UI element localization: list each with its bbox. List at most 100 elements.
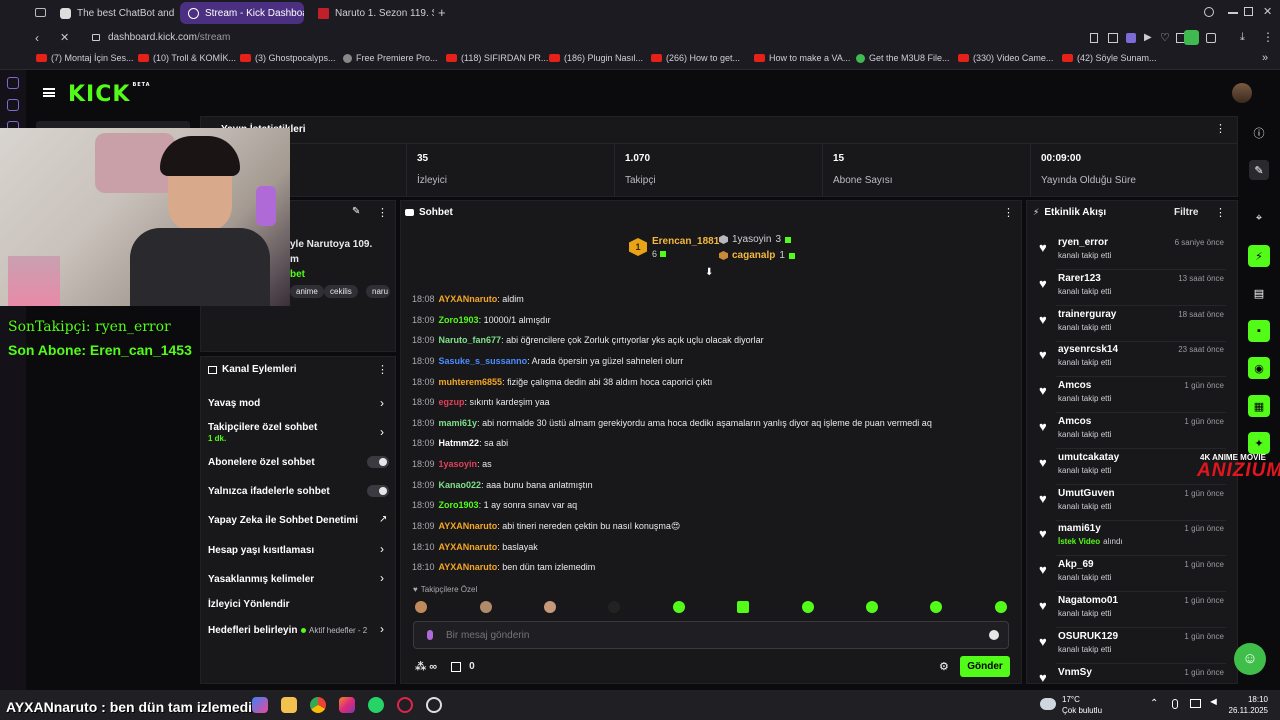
emotes-only-toggle[interactable] — [367, 485, 389, 497]
set-goals-action[interactable]: Hedefleri belirleyin — [208, 625, 297, 636]
feed-username[interactable]: VnmSy — [1058, 667, 1092, 678]
emote-icon[interactable] — [866, 601, 878, 613]
opera-icon[interactable] — [397, 697, 413, 713]
support-bubble-icon[interactable]: ☺ — [1234, 643, 1266, 675]
chrome-icon[interactable] — [310, 697, 326, 713]
feed-item[interactable]: ♥ Amcos kanalı takip etti 1 gün önce — [1036, 380, 1226, 414]
bookmark-item[interactable]: (186) Plugin Nasıl... — [549, 53, 643, 63]
wrench-icon[interactable]: ✦ — [1248, 432, 1270, 454]
clock[interactable]: 18:10 26.11.2025 — [1228, 694, 1268, 716]
feed-username[interactable]: Rarer123 — [1058, 273, 1101, 284]
external-link-icon[interactable]: ↗ — [379, 514, 387, 525]
feed-username[interactable]: Amcos — [1058, 416, 1091, 427]
emote-icon[interactable] — [737, 601, 749, 613]
chat-username[interactable]: AYXANnaruto — [439, 542, 498, 552]
feed-filter-button[interactable]: Filtre — [1174, 207, 1198, 218]
heart-icon[interactable]: ♡ — [1160, 31, 1170, 44]
instagram-icon[interactable] — [339, 697, 355, 713]
emote-icon[interactable] — [802, 601, 814, 613]
chat-username[interactable]: Zoro1903 — [439, 315, 479, 325]
more-options-icon[interactable]: ⋮ — [1215, 206, 1226, 219]
feed-username[interactable]: Akp_69 — [1058, 559, 1094, 570]
chat-username[interactable]: Zoro1903 — [439, 500, 479, 510]
stop-loading-icon[interactable]: ✕ — [60, 31, 69, 44]
feed-item[interactable]: ♥ aysenrcsk14 kanalı takip etti 23 saat önc… — [1036, 344, 1226, 378]
stream-tag[interactable]: anime — [290, 285, 324, 298]
emote-icon[interactable] — [544, 601, 556, 613]
emote-icon[interactable] — [480, 601, 492, 613]
info-icon[interactable]: ⓘ — [1249, 123, 1269, 143]
stream-tag[interactable]: cekilis — [324, 285, 358, 298]
sidebar-icon[interactable] — [7, 77, 19, 89]
chevron-right-icon[interactable]: › — [380, 542, 384, 556]
document-icon[interactable]: ▤ — [1249, 283, 1269, 303]
followers-only-action[interactable]: Takipçilere özel sohbet — [208, 422, 317, 433]
back-icon[interactable]: ‹ — [35, 31, 39, 45]
feed-username[interactable]: Amcos — [1058, 380, 1091, 391]
bookmark-item[interactable]: (118) SIFIRDAN PR... — [446, 53, 548, 63]
feed-item[interactable]: ♥ Amcos kanalı takip etti 1 gün önce — [1036, 416, 1226, 450]
weather-icon[interactable] — [1040, 698, 1056, 710]
bookmark-item[interactable]: Free Premiere Pro... — [343, 53, 438, 63]
ai-moderation-action[interactable]: Yapay Zeka ile Sohbet Denetimi — [208, 515, 358, 526]
chat-username[interactable]: AYXANnaruto — [439, 521, 498, 531]
emoji-icon[interactable] — [989, 630, 999, 640]
avatar[interactable] — [1232, 83, 1252, 103]
host-viewers-action[interactable]: İzleyici Yönlendir — [208, 599, 290, 610]
feed-item[interactable]: ♥ trainerguray kanalı takip etti 18 saat ön… — [1036, 309, 1226, 343]
close-window-icon[interactable]: ✕ — [1263, 5, 1272, 18]
chat-username[interactable]: Hatmm22 — [439, 438, 480, 448]
chat-username[interactable]: AYXANnaruto — [439, 294, 498, 304]
extension-active-icon[interactable] — [1184, 30, 1199, 45]
feed-item[interactable]: ♥ OSURUK129 kanalı takip etti 1 gün önce — [1036, 631, 1226, 665]
chat-input-box[interactable] — [413, 621, 1009, 649]
feed-item[interactable]: ♥ UmutGuven kanalı takip etti 1 gün önce — [1036, 488, 1226, 522]
account-age-action[interactable]: Hesap yaşı kısıtlaması — [208, 545, 314, 556]
chevron-right-icon[interactable]: › — [380, 571, 384, 585]
slow-mode-action[interactable]: Yavaş mod — [208, 398, 260, 409]
puzzle-icon[interactable] — [1206, 33, 1216, 43]
folder-icon[interactable] — [281, 697, 297, 713]
mic-tray-icon[interactable] — [1172, 699, 1178, 709]
bookmark-item[interactable]: How to make a VA... — [754, 53, 850, 63]
chat-icon[interactable]: ▪ — [1248, 320, 1270, 342]
bookmark-item[interactable]: (3) Ghostpocalyps... — [240, 53, 336, 63]
microphone-icon[interactable] — [427, 630, 433, 640]
gear-icon[interactable]: ⚙ — [939, 660, 949, 673]
bookmark-item[interactable]: (330) Video Came... — [958, 53, 1053, 63]
subs-only-toggle[interactable] — [367, 456, 389, 468]
chat-username[interactable]: Sasuke_s_sussanno — [439, 356, 528, 366]
chat-username[interactable]: egzup — [439, 397, 465, 407]
url-field[interactable]: dashboard.kick.com/stream — [108, 32, 230, 43]
snapshot-icon[interactable] — [1108, 33, 1118, 43]
emote-icon[interactable] — [995, 601, 1007, 613]
weather-widget[interactable]: 17°C Çok bulutlu — [1062, 694, 1102, 716]
chat-username[interactable]: 1yasoyin — [439, 459, 478, 469]
new-tab-icon[interactable]: + — [438, 5, 446, 20]
chat-username[interactable]: muhterem6855 — [439, 377, 503, 387]
chevron-right-icon[interactable]: › — [380, 425, 384, 439]
tab-kick-dashboard[interactable]: Stream - Kick Dashboard — [180, 2, 304, 24]
leader-name[interactable]: Erencan_1881 — [652, 236, 719, 247]
feed-item[interactable]: ♥ ryen_error kanalı takip etti 6 saniye önc… — [1036, 237, 1226, 271]
target-icon[interactable]: ⌖ — [1249, 208, 1269, 228]
chat-username[interactable]: mami61y — [439, 418, 478, 428]
bookmark-item[interactable]: Get the M3U8 File... — [856, 53, 950, 63]
broadcast-icon[interactable]: ◉ — [1248, 357, 1270, 379]
emote-icon[interactable] — [415, 601, 427, 613]
chat-username[interactable]: AYXANnaruto — [439, 562, 498, 572]
minimize-icon[interactable] — [1228, 12, 1238, 14]
feed-username[interactable]: aysenrcsk14 — [1058, 344, 1118, 355]
feed-username[interactable]: mami61y — [1058, 523, 1101, 534]
tab-naruto[interactable]: Naruto 1. Sezon 119. S ✕ — [310, 2, 434, 24]
kick-logo[interactable]: KICK BETA — [68, 82, 151, 107]
emote-icon[interactable] — [608, 601, 620, 613]
stream-tag[interactable]: naru — [366, 285, 390, 298]
leader-2[interactable]: 1yasoyin 3 — [719, 234, 792, 245]
pinned-filter-icon[interactable]: ⬇ — [705, 267, 713, 278]
moderation-icon[interactable]: ▦ — [1248, 395, 1270, 417]
emote-icon[interactable] — [673, 601, 685, 613]
stream-category[interactable]: bet — [290, 269, 305, 280]
points-icon[interactable]: ⁂ ∞ — [415, 660, 437, 673]
feed-username[interactable]: UmutGuven — [1058, 488, 1115, 499]
